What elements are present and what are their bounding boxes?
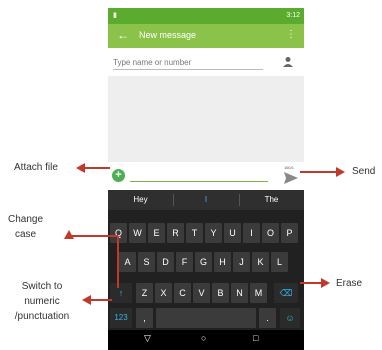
nav-bar: ▽ ○ □: [108, 330, 304, 350]
key-v[interactable]: V: [193, 283, 210, 303]
nav-recents-icon[interactable]: □: [253, 333, 258, 343]
key-u[interactable]: U: [224, 223, 241, 243]
key-p[interactable]: P: [281, 223, 298, 243]
backspace-key[interactable]: ⌫: [274, 283, 298, 303]
key-a[interactable]: A: [119, 252, 136, 272]
key-i[interactable]: I: [243, 223, 260, 243]
key-k[interactable]: K: [252, 252, 269, 272]
compose-bar: + 160/1: [108, 162, 304, 190]
key-l[interactable]: L: [271, 252, 288, 272]
callout-numeric-line3: /punctuation: [14, 311, 70, 322]
suggestion-3[interactable]: The: [239, 195, 304, 204]
callout-attach-file: Attach file: [14, 162, 58, 173]
callout-change-case-line1: Change: [8, 214, 44, 225]
emoji-key[interactable]: ☺: [280, 308, 300, 328]
key-b[interactable]: B: [212, 283, 229, 303]
app-bar: ← New message ⋮: [108, 24, 304, 48]
keyboard: Hey I The Q W E R T Y U I O P A S D F G …: [108, 190, 304, 350]
numeric-switch-key[interactable]: 123: [110, 308, 132, 328]
comma-key[interactable]: ,: [136, 308, 153, 328]
shift-key[interactable]: ↑: [110, 283, 132, 303]
message-thread-area: [108, 76, 304, 162]
suggestion-2[interactable]: I: [173, 195, 239, 204]
key-y[interactable]: Y: [205, 223, 222, 243]
send-icon[interactable]: [284, 172, 298, 184]
key-g[interactable]: G: [195, 252, 212, 272]
recipient-row: Type name or number: [108, 48, 304, 76]
suggestion-strip: Hey I The: [108, 190, 304, 210]
period-key[interactable]: .: [259, 308, 276, 328]
char-counter: 160/1: [283, 165, 294, 170]
callout-change-case: Change case: [8, 212, 43, 242]
key-o[interactable]: O: [262, 223, 279, 243]
arrow-attach-head: [76, 163, 85, 173]
page-title: New message: [139, 30, 197, 40]
key-z[interactable]: Z: [136, 283, 153, 303]
key-c[interactable]: C: [174, 283, 191, 303]
key-j[interactable]: J: [233, 252, 250, 272]
suggestion-1[interactable]: Hey: [108, 195, 173, 204]
arrow-send-head: [336, 167, 345, 177]
key-t[interactable]: T: [186, 223, 203, 243]
phone-screen: ▮ 3:12 ← New message ⋮ Type name or numb…: [108, 8, 304, 350]
add-contact-icon[interactable]: [282, 56, 294, 68]
key-e[interactable]: E: [148, 223, 165, 243]
callout-change-case-line2: case: [14, 229, 37, 240]
callout-switch-numeric: Switch to numeric /punctuation: [4, 279, 80, 324]
key-s[interactable]: S: [138, 252, 155, 272]
overflow-menu-icon[interactable]: ⋮: [286, 29, 296, 40]
arrow-case-head: [64, 230, 74, 239]
callout-erase: Erase: [336, 278, 363, 289]
message-input[interactable]: [130, 181, 268, 182]
key-h[interactable]: H: [214, 252, 231, 272]
callout-send: Send: [352, 166, 376, 177]
recipient-input[interactable]: Type name or number: [113, 58, 263, 70]
key-q[interactable]: Q: [110, 223, 127, 243]
arrow-numeric-head: [82, 295, 91, 305]
callout-numeric-line2: numeric: [24, 296, 60, 307]
callout-numeric-line1: Switch to: [21, 281, 63, 292]
status-bar: ▮ 3:12: [108, 8, 304, 24]
key-d[interactable]: D: [157, 252, 174, 272]
key-f[interactable]: F: [176, 252, 193, 272]
nav-back-icon[interactable]: ▽: [144, 333, 151, 344]
key-n[interactable]: N: [231, 283, 248, 303]
key-m[interactable]: M: [250, 283, 267, 303]
space-bar[interactable]: [156, 308, 256, 328]
key-w[interactable]: W: [129, 223, 146, 243]
status-time: 3:12: [286, 12, 300, 19]
back-arrow-icon[interactable]: ←: [117, 28, 129, 42]
notification-icon: ▮: [113, 12, 117, 19]
attach-icon[interactable]: +: [112, 169, 125, 182]
arrow-erase-head: [321, 278, 330, 288]
key-x[interactable]: X: [155, 283, 172, 303]
key-r[interactable]: R: [167, 223, 184, 243]
nav-home-icon[interactable]: ○: [201, 333, 206, 343]
